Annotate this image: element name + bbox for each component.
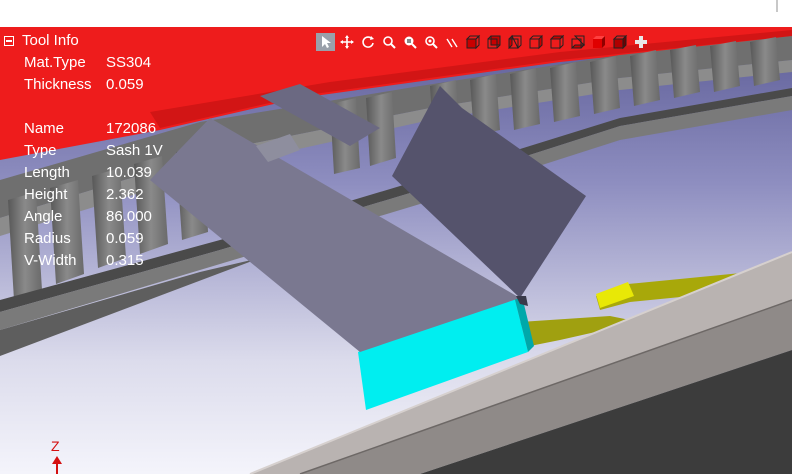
view-back-icon[interactable] bbox=[484, 33, 503, 51]
view-toolbar bbox=[316, 33, 650, 51]
row-label: Mat.Type bbox=[24, 54, 86, 71]
view-iso-solid-icon[interactable] bbox=[610, 33, 629, 51]
view-left-icon[interactable] bbox=[505, 33, 524, 51]
row-value: SS304 bbox=[106, 54, 152, 71]
pan-icon[interactable] bbox=[337, 33, 356, 51]
tool-info-row-type: Type Sash 1V bbox=[4, 140, 204, 162]
measure-icon[interactable] bbox=[442, 33, 461, 51]
row-value: 0.059 bbox=[106, 76, 144, 93]
row-label: Length bbox=[24, 164, 70, 181]
window-top-bar bbox=[0, 0, 792, 28]
row-label: Radius bbox=[24, 230, 71, 247]
zoom-icon[interactable] bbox=[379, 33, 398, 51]
row-label: Angle bbox=[24, 208, 63, 225]
tool-info-title: Tool Info bbox=[22, 32, 79, 49]
view-right-icon[interactable] bbox=[526, 33, 545, 51]
window-grip[interactable] bbox=[776, 0, 778, 12]
collapse-icon[interactable] bbox=[4, 36, 14, 46]
zoom-window-icon[interactable] bbox=[400, 33, 419, 51]
view-iso-red-icon[interactable] bbox=[589, 33, 608, 51]
row-value: Sash 1V bbox=[106, 142, 163, 159]
row-label: Thickness bbox=[24, 76, 92, 93]
row-value: 10.039 bbox=[106, 164, 152, 181]
tool-info-row-length: Length 10.039 bbox=[4, 162, 204, 184]
tool-info-row-thickness: Thickness 0.059 bbox=[4, 74, 204, 96]
tool-info-row-angle: Angle 86.000 bbox=[4, 206, 204, 228]
view-front-icon[interactable] bbox=[463, 33, 482, 51]
tool-info-spacer bbox=[4, 96, 204, 118]
select-arrow-icon[interactable] bbox=[316, 33, 335, 51]
tool-info-row-mattype: Mat.Type SS304 bbox=[4, 52, 204, 74]
row-value: 0.315 bbox=[106, 252, 144, 269]
tool-info-row-height: Height 2.362 bbox=[4, 184, 204, 206]
view-top-icon[interactable] bbox=[547, 33, 566, 51]
row-value: 0.059 bbox=[106, 230, 144, 247]
z-axis-label: Z bbox=[51, 438, 60, 454]
tool-info-header[interactable]: Tool Info bbox=[4, 30, 204, 52]
cad-application: Tool Info Mat.Type SS304 Thickness 0.059… bbox=[0, 0, 792, 474]
zoom-fit-icon[interactable] bbox=[421, 33, 440, 51]
row-label: Height bbox=[24, 186, 68, 203]
rotate-icon[interactable] bbox=[358, 33, 377, 51]
tool-info-row-name: Name 172086 bbox=[4, 118, 204, 140]
row-label: Name bbox=[24, 120, 65, 137]
row-value: 2.362 bbox=[106, 186, 144, 203]
row-label: V-Width bbox=[24, 252, 77, 269]
axis-indicator: Z bbox=[47, 438, 67, 474]
row-label: Type bbox=[24, 142, 57, 159]
view-bottom-icon[interactable] bbox=[568, 33, 587, 51]
row-value: 86.000 bbox=[106, 208, 152, 225]
tool-info-row-vwidth: V-Width 0.315 bbox=[4, 250, 204, 272]
plus-icon[interactable] bbox=[631, 33, 650, 51]
tool-info-panel: Tool Info Mat.Type SS304 Thickness 0.059… bbox=[4, 30, 204, 272]
row-value: 172086 bbox=[106, 120, 157, 137]
tool-info-row-radius: Radius 0.059 bbox=[4, 228, 204, 250]
